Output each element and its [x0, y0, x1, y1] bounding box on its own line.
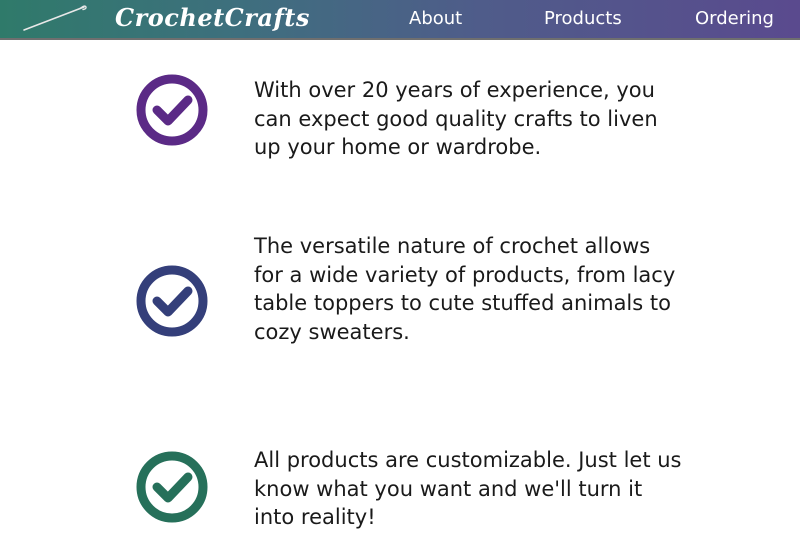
check-circle-icon [136, 451, 208, 523]
check-circle-icon [136, 265, 208, 337]
check-circle-icon [136, 74, 208, 146]
top-navbar: CrochetCrafts About Products Ordering [0, 0, 800, 40]
nav-link-ordering[interactable]: Ordering [695, 0, 774, 38]
brand-logo-text[interactable]: CrochetCrafts [115, 1, 310, 35]
crochet-hook-icon [23, 5, 87, 31]
feature-text: With over 20 years of experience, you ca… [254, 78, 658, 159]
feature-text: The versatile nature of crochet allows f… [254, 234, 676, 344]
nav-link-products[interactable]: Products [544, 0, 622, 38]
nav-link-about[interactable]: About [409, 0, 462, 38]
feature-text: All products are customizable. Just let … [254, 448, 682, 529]
